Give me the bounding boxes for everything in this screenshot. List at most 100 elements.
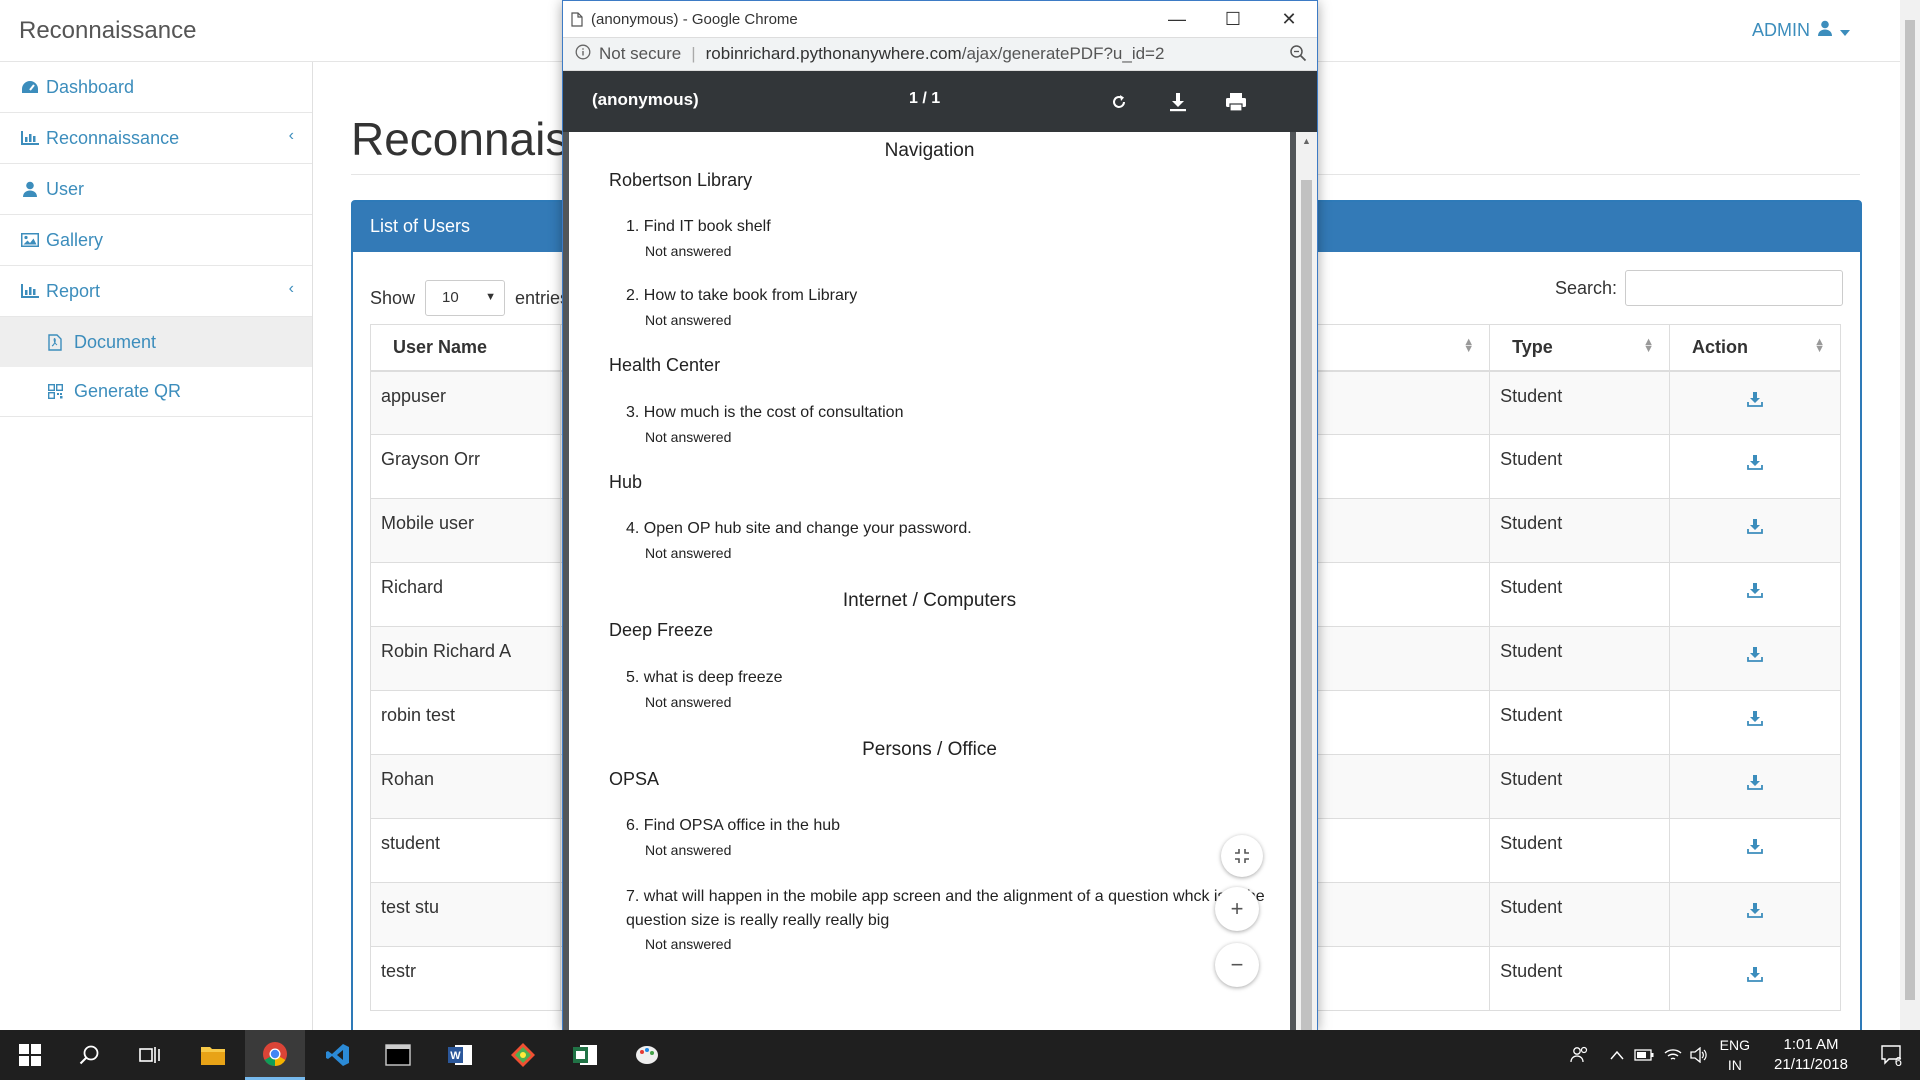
sidebar-item-label: User bbox=[46, 178, 85, 199]
cell-action bbox=[1669, 626, 1841, 691]
scrollbar-thumb[interactable] bbox=[1905, 20, 1915, 1000]
notification-center-icon[interactable]: 6 bbox=[1881, 1030, 1902, 1080]
user-name: student bbox=[381, 833, 441, 853]
download-icon[interactable] bbox=[1680, 705, 1830, 726]
dashboard-icon bbox=[20, 80, 40, 94]
battery-icon[interactable] bbox=[1634, 1030, 1654, 1080]
sidebar-item-reconnaissance[interactable]: Reconnaissance ‹ bbox=[0, 113, 312, 164]
sort-icon: ▲ ▼ bbox=[1814, 336, 1825, 355]
group-heading: Health Center bbox=[609, 355, 721, 375]
wifi-icon[interactable] bbox=[1664, 1030, 1682, 1080]
pdf-file-icon bbox=[48, 333, 66, 351]
volume-icon[interactable] bbox=[1690, 1030, 1708, 1080]
cell-type: Student bbox=[1489, 626, 1670, 691]
window-titlebar[interactable]: (anonymous) - Google Chrome — ☐ ✕ bbox=[563, 1, 1317, 37]
pdf-viewer: Navigation Robertson Library 1. Find IT … bbox=[563, 132, 1317, 1031]
cell-user-name: appuser bbox=[370, 370, 561, 435]
download-icon[interactable] bbox=[1680, 897, 1830, 918]
maximize-icon[interactable]: ☐ bbox=[1205, 1, 1261, 37]
fit-page-icon[interactable] bbox=[1221, 835, 1263, 877]
excel-icon[interactable] bbox=[555, 1030, 615, 1080]
sidebar-subitem-document[interactable]: Document bbox=[0, 317, 312, 367]
page-scrollbar[interactable] bbox=[1900, 0, 1920, 1030]
word-icon[interactable]: W bbox=[430, 1030, 490, 1080]
sidebar-item-report[interactable]: Report ‹ bbox=[0, 266, 312, 317]
cell-user-name: robin test bbox=[370, 690, 561, 755]
sidebar-subitem-generate-qr[interactable]: Generate QR bbox=[0, 367, 312, 417]
cell-user-name: student bbox=[370, 818, 561, 883]
pdf-scrollbar[interactable]: ▲ bbox=[1296, 132, 1317, 1031]
people-icon[interactable] bbox=[1570, 1030, 1590, 1080]
sidebar-item-dashboard[interactable]: Dashboard bbox=[0, 62, 312, 113]
search-icon[interactable] bbox=[60, 1030, 120, 1080]
pdf-page-counter: 1 / 1 bbox=[909, 90, 941, 107]
document-icon bbox=[571, 11, 583, 27]
search-input[interactable] bbox=[1625, 270, 1843, 306]
column-header-action[interactable]: Action ▲ ▼ bbox=[1669, 324, 1841, 372]
download-icon[interactable] bbox=[1680, 961, 1830, 982]
git-icon[interactable] bbox=[493, 1030, 553, 1080]
url-path: /ajax/generatePDF?u_id=2 bbox=[961, 44, 1165, 63]
file-explorer-icon[interactable] bbox=[183, 1030, 243, 1080]
question-item: 4. Open OP hub site and change your pass… bbox=[626, 520, 972, 537]
entries-value: 10 bbox=[442, 289, 459, 306]
chrome-icon[interactable] bbox=[245, 1030, 305, 1080]
cell-action bbox=[1669, 434, 1841, 499]
task-view-icon[interactable] bbox=[120, 1030, 180, 1080]
group-heading: Robertson Library bbox=[609, 170, 753, 190]
user-menu[interactable]: ADMIN bbox=[1752, 20, 1850, 41]
sidebar-item-user[interactable]: User bbox=[0, 164, 312, 215]
sidebar-item-gallery[interactable]: Gallery bbox=[0, 215, 312, 266]
language-indicator[interactable]: ENG IN bbox=[1720, 1035, 1750, 1075]
zoom-icon[interactable] bbox=[1289, 44, 1307, 67]
zoom-out-icon[interactable]: − bbox=[1215, 943, 1259, 987]
cell-user-name: Grayson Orr bbox=[370, 434, 561, 499]
column-header-type[interactable]: Type ▲ ▼ bbox=[1489, 324, 1670, 372]
bar-chart-icon bbox=[20, 284, 40, 298]
download-icon[interactable] bbox=[1680, 833, 1830, 854]
download-icon[interactable] bbox=[1680, 641, 1830, 662]
language-bottom: IN bbox=[1727, 1057, 1742, 1073]
sort-icon: ▲ ▼ bbox=[1643, 336, 1655, 355]
column-header-user-name[interactable]: User Name bbox=[370, 324, 561, 372]
brand-title[interactable]: Reconnaissance bbox=[19, 17, 196, 45]
download-icon[interactable] bbox=[1680, 769, 1830, 790]
cell-user-name: Mobile user bbox=[370, 498, 561, 563]
download-icon[interactable] bbox=[1680, 577, 1830, 598]
download-icon[interactable] bbox=[1680, 449, 1830, 470]
minimize-icon[interactable]: — bbox=[1149, 1, 1205, 37]
zoom-in-icon[interactable]: + bbox=[1215, 887, 1259, 931]
user-name: Robin Richard A bbox=[381, 641, 512, 661]
caret-down-icon bbox=[1840, 20, 1850, 41]
entries-select[interactable]: 10 ▼ bbox=[425, 280, 506, 316]
url-host: robinrichard.pythonanywhere.com bbox=[705, 44, 962, 63]
language-top: ENG bbox=[1719, 1037, 1750, 1053]
answer-status: Not answered bbox=[645, 545, 732, 561]
address-bar[interactable]: Not secure | robinrichard.pythonanywhere… bbox=[563, 37, 1317, 71]
cell-type: Student bbox=[1489, 818, 1670, 883]
close-icon[interactable]: ✕ bbox=[1261, 1, 1317, 37]
print-icon[interactable] bbox=[1223, 89, 1249, 115]
vscode-icon[interactable] bbox=[308, 1030, 368, 1080]
download-icon[interactable] bbox=[1680, 386, 1830, 407]
user-icon bbox=[1818, 20, 1832, 41]
paint-icon[interactable] bbox=[617, 1030, 677, 1080]
scroll-up-icon[interactable]: ▲ bbox=[1302, 136, 1311, 146]
terminal-icon[interactable] bbox=[368, 1030, 428, 1080]
table-search: Search: bbox=[1555, 270, 1843, 306]
chevron-left-icon: ‹ bbox=[288, 280, 294, 297]
chevron-left-icon: ‹ bbox=[288, 127, 294, 144]
show-label: Show bbox=[370, 287, 416, 308]
answer-status: Not answered bbox=[645, 429, 732, 445]
info-icon[interactable] bbox=[575, 44, 591, 65]
cell-action bbox=[1669, 690, 1841, 755]
start-icon[interactable] bbox=[0, 1030, 60, 1080]
download-icon[interactable] bbox=[1165, 89, 1191, 115]
chevron-up-icon[interactable] bbox=[1610, 1030, 1624, 1080]
download-icon[interactable] bbox=[1680, 513, 1830, 534]
scrollbar-thumb[interactable] bbox=[1301, 180, 1312, 1031]
answer-status: Not answered bbox=[645, 842, 732, 858]
rotate-icon[interactable] bbox=[1106, 89, 1132, 115]
cell-type: Student bbox=[1489, 754, 1670, 819]
system-clock[interactable]: 1:01 AM 21/11/2018 bbox=[1774, 1035, 1848, 1075]
